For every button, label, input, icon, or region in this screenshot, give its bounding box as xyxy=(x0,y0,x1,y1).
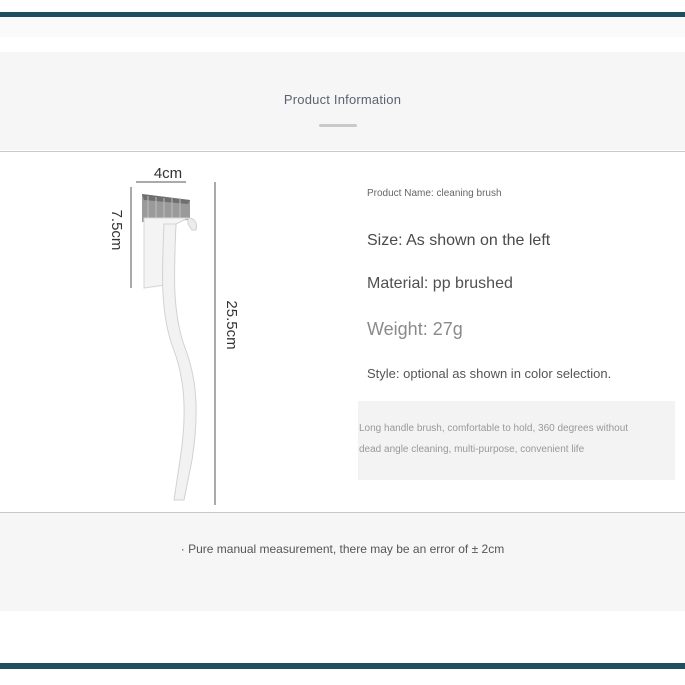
length-label: 25.5cm xyxy=(223,300,240,349)
brush-body xyxy=(143,217,197,501)
product-material: Material: pp brushed xyxy=(367,275,513,292)
top-strip xyxy=(0,17,685,37)
measurement-note: · Pure manual measurement, there may be … xyxy=(180,542,505,556)
title-underline xyxy=(319,124,357,127)
bottom-accent-bar xyxy=(0,663,685,669)
description-line-1: Long handle brush, comfortable to hold, … xyxy=(359,423,629,434)
width-label: 4cm xyxy=(154,165,182,182)
head-height-label: 7.5cm xyxy=(108,210,125,251)
product-weight: Weight: 27g xyxy=(367,319,463,339)
product-name: Product Name: cleaning brush xyxy=(367,188,502,199)
divider xyxy=(0,151,685,152)
description-line-2: dead angle cleaning, multi-purpose, conv… xyxy=(359,444,585,455)
product-description: Long handle brush, comfortable to hold, … xyxy=(359,418,671,460)
brush-product-image: 4cm 7.5cm 25.5cm xyxy=(108,165,240,505)
footer-section xyxy=(0,513,685,611)
section-title: Product Information xyxy=(283,92,402,107)
product-style: Style: optional as shown in color select… xyxy=(367,366,612,381)
product-size: Size: As shown on the left xyxy=(367,232,551,249)
